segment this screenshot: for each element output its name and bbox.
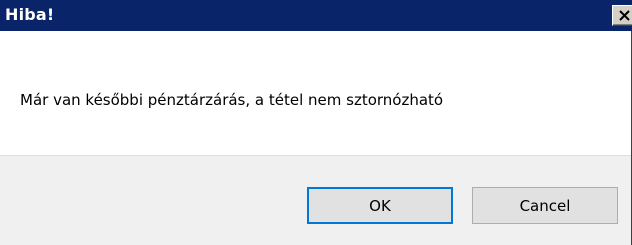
message-area: Már van későbbi pénztárzárás, a tétel ne… xyxy=(0,31,631,155)
close-button[interactable] xyxy=(612,5,632,26)
close-icon xyxy=(619,10,630,21)
message-dialog: Hiba! Már van későbbi pénztárzárás, a té… xyxy=(0,0,632,245)
window-title: Hiba! xyxy=(5,5,55,24)
title-bar[interactable]: Hiba! xyxy=(0,0,632,31)
message-text: Már van későbbi pénztárzárás, a tétel ne… xyxy=(20,91,444,109)
button-bar: OK Cancel xyxy=(0,155,631,245)
ok-button[interactable]: OK xyxy=(307,187,453,224)
cancel-button[interactable]: Cancel xyxy=(472,187,618,224)
